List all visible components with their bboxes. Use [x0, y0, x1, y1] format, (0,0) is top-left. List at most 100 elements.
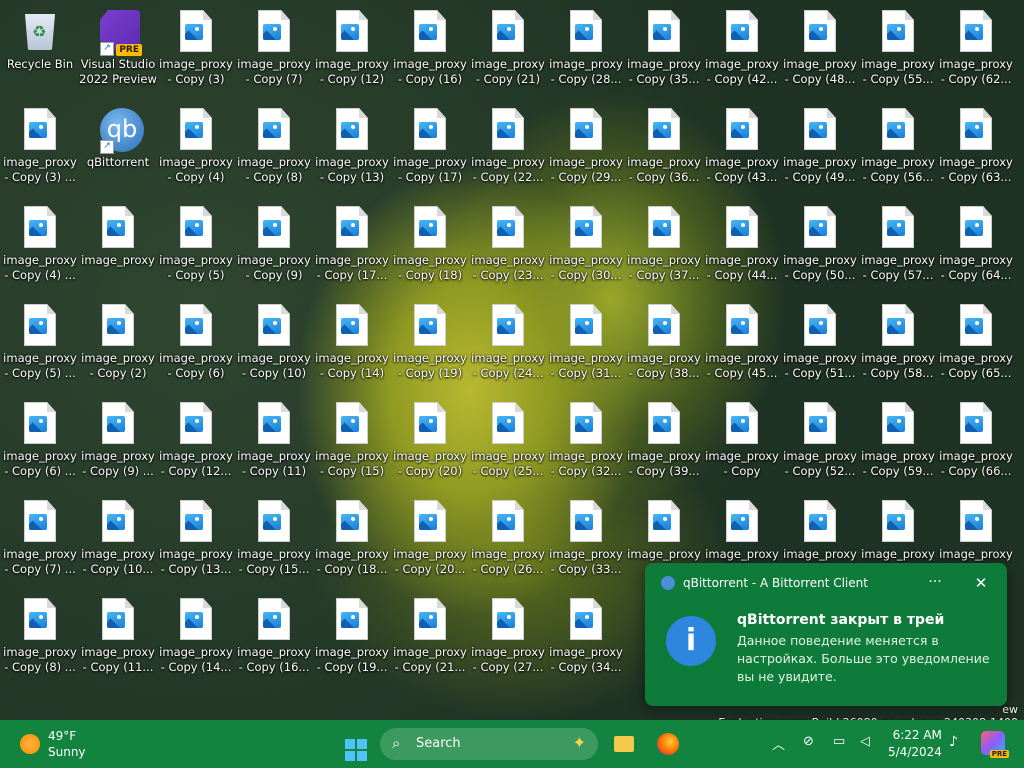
desktop-file-icon[interactable]: image_proxy - Copy (19... [313, 590, 391, 686]
desktop-file-icon[interactable]: image_proxy - Copy (56... [859, 100, 937, 196]
desktop-file-icon[interactable]: image_proxy - Copy (29... [547, 100, 625, 196]
desktop-file-icon[interactable]: image_proxy - Copy (50... [781, 198, 859, 294]
volume-muted-icon[interactable]: ◁ [860, 734, 870, 749]
desktop-file-icon[interactable]: image_proxy - Copy (6) ... [1, 394, 79, 490]
desktop-file-icon[interactable]: image_proxy - Copy (5) ... [1, 296, 79, 392]
desktop-file-icon[interactable]: image_proxy - Copy [703, 394, 781, 490]
desktop-file-icon[interactable]: image_proxy - Copy (23... [469, 198, 547, 294]
desktop-recycle-icon[interactable]: ♻ Recycle Bin [1, 2, 79, 98]
desktop-file-icon[interactable]: image_proxy - Copy (62... [937, 2, 1015, 98]
desktop-file-icon[interactable]: image_proxy - Copy (38... [625, 296, 703, 392]
desktop-file-icon[interactable]: image_proxy - Copy (66... [937, 394, 1015, 490]
label-line-1: image_proxy [81, 547, 155, 561]
desktop-file-icon[interactable]: image_proxy - Copy (4) ... [1, 198, 79, 294]
desktop-file-icon[interactable]: image_proxy - Copy (16... [235, 590, 313, 686]
desktop-file-icon[interactable]: image_proxy - Copy (42... [703, 2, 781, 98]
desktop-file-icon[interactable]: image_proxy - Copy (63... [937, 100, 1015, 196]
image-file-icon [334, 206, 370, 250]
desktop-qb-icon[interactable]: qb ↗ qBittorrent [79, 100, 157, 196]
start-button[interactable] [339, 728, 373, 761]
desktop-file-icon[interactable]: image_proxy - Copy (20) [391, 394, 469, 490]
desktop-file-icon[interactable]: image_proxy - Copy (15) [313, 394, 391, 490]
desktop-file-icon[interactable]: image_proxy - Copy (35... [625, 2, 703, 98]
desktop-file-icon[interactable]: image_proxy - Copy (5) [157, 198, 235, 294]
desktop-file-icon[interactable]: image_proxy - Copy (3) [157, 2, 235, 98]
desktop-file-icon[interactable]: image_proxy - Copy (7) [235, 2, 313, 98]
desktop-file-icon[interactable]: image_proxy - Copy (43... [703, 100, 781, 196]
desktop-file-icon[interactable]: image_proxy - Copy (14) [313, 296, 391, 392]
desktop-file-icon[interactable]: image_proxy - Copy (2) [79, 296, 157, 392]
desktop-file-icon[interactable]: image_proxy - Copy (20... [391, 492, 469, 588]
desktop-file-icon[interactable]: image_proxy - Copy (27... [469, 590, 547, 686]
desktop-file-icon[interactable]: image_proxy - Copy (64... [937, 198, 1015, 294]
desktop-file-icon[interactable]: image_proxy - Copy (8) ... [1, 590, 79, 686]
desktop-file-icon[interactable]: image_proxy - Copy (28... [547, 2, 625, 98]
desktop-file-icon[interactable]: image_proxy - Copy (6) [157, 296, 235, 392]
desktop-file-icon[interactable]: image_proxy - Copy (11) [235, 394, 313, 490]
desktop-file-icon[interactable]: image_proxy - Copy (33... [547, 492, 625, 588]
desktop-file-icon[interactable]: image_proxy - Copy (19) [391, 296, 469, 392]
desktop-file-icon[interactable]: image_proxy - Copy (21) [469, 2, 547, 98]
desktop-file-icon[interactable]: image_proxy - Copy (24... [469, 296, 547, 392]
desktop-file-icon[interactable]: image_proxy - Copy (25... [469, 394, 547, 490]
desktop-file-icon[interactable]: image_proxy - Copy (13) [313, 100, 391, 196]
desktop-file-icon[interactable]: image_proxy - Copy (22... [469, 100, 547, 196]
desktop-file-icon[interactable]: image_proxy - Copy (9) [235, 198, 313, 294]
desktop-file-icon[interactable]: image_proxy - Copy (17) [391, 100, 469, 196]
notification-toast[interactable]: qBittorrent - A Bittorrent Client ··· ✕ … [645, 563, 1007, 706]
desktop-file-icon[interactable]: image_proxy - Copy (11... [79, 590, 157, 686]
desktop-file-icon[interactable]: image_proxy - Copy (58... [859, 296, 937, 392]
desktop-file-icon[interactable]: image_proxy - Copy (55... [859, 2, 937, 98]
toast-more-options-button[interactable]: ··· [923, 571, 947, 595]
desktop-file-icon[interactable]: image_proxy - Copy (18... [313, 492, 391, 588]
desktop-file-icon[interactable]: image_proxy - Copy (49... [781, 100, 859, 196]
desktop-file-icon[interactable]: image_proxy - Copy (13... [157, 492, 235, 588]
desktop-file-icon[interactable]: image_proxy - Copy (8) [235, 100, 313, 196]
desktop-file-icon[interactable]: image_proxy - Copy (31... [547, 296, 625, 392]
desktop-file-icon[interactable]: image_proxy - Copy (51... [781, 296, 859, 392]
notifications-bell-icon[interactable]: ♪ [949, 734, 958, 750]
file-explorer-button[interactable] [607, 728, 641, 760]
desktop-file-icon[interactable]: image_proxy - Copy (7) ... [1, 492, 79, 588]
network-disconnected-icon[interactable]: ⊘ [803, 734, 814, 749]
taskbar-clock[interactable]: 6:22 AM 5/4/2024 [888, 727, 942, 761]
desktop-file-icon[interactable]: image_proxy - Copy (52... [781, 394, 859, 490]
show-hidden-icons-button[interactable]: ︿ [772, 734, 785, 753]
desktop-file-icon[interactable]: image_proxy - Copy (4) [157, 100, 235, 196]
desktop-vs-icon[interactable]: PRE ↗ Visual Studio 2022 Preview [79, 2, 157, 98]
desktop-file-icon[interactable]: image_proxy - Copy (48... [781, 2, 859, 98]
desktop-file-icon[interactable]: image_proxy - Copy (14... [157, 590, 235, 686]
toast-close-button[interactable]: ✕ [969, 571, 993, 595]
desktop-file-icon[interactable]: image_proxy - Copy (17... [313, 198, 391, 294]
desktop-file-icon[interactable]: image_proxy - Copy (39... [625, 394, 703, 490]
desktop-file-icon[interactable]: image_proxy - Copy (3) ... [1, 100, 79, 196]
desktop-file-icon[interactable]: image_proxy - Copy (18) [391, 198, 469, 294]
label-line-2: - Copy (4) ... [4, 268, 76, 282]
desktop-file-icon[interactable]: image_proxy - Copy (26... [469, 492, 547, 588]
desktop-file-icon[interactable]: image_proxy - Copy (57... [859, 198, 937, 294]
firefox-button[interactable] [651, 728, 685, 760]
desktop-file-icon[interactable]: image_proxy - Copy (32... [547, 394, 625, 490]
desktop-file-icon[interactable]: image_proxy - Copy (21... [391, 590, 469, 686]
desktop-file-icon[interactable]: image_proxy - Copy (10) [235, 296, 313, 392]
weather-widget[interactable]: 49°F Sunny [20, 728, 86, 760]
desktop-file-icon[interactable]: image_proxy - Copy (15... [235, 492, 313, 588]
desktop-file-icon[interactable]: image_proxy - Copy (65... [937, 296, 1015, 392]
desktop-file-icon[interactable]: image_proxy - Copy (44... [703, 198, 781, 294]
desktop-file-icon[interactable]: image_proxy [79, 198, 157, 294]
desktop-file-icon[interactable]: image_proxy - Copy (36... [625, 100, 703, 196]
desktop-file-icon[interactable]: image_proxy - Copy (37... [625, 198, 703, 294]
copilot-icon[interactable]: PRE [981, 731, 1009, 758]
desktop-file-icon[interactable]: image_proxy - Copy (34... [547, 590, 625, 686]
desktop-file-icon[interactable]: image_proxy - Copy (59... [859, 394, 937, 490]
toast-header: qBittorrent - A Bittorrent Client [661, 576, 868, 590]
desktop-file-icon[interactable]: image_proxy - Copy (12... [157, 394, 235, 490]
desktop-file-icon[interactable]: image_proxy - Copy (45... [703, 296, 781, 392]
desktop-file-icon[interactable]: image_proxy - Copy (12) [313, 2, 391, 98]
desktop-file-icon[interactable]: image_proxy - Copy (10... [79, 492, 157, 588]
taskbar-search-box[interactable]: ⌕ Search ✦ [380, 728, 598, 760]
desktop-file-icon[interactable]: image_proxy - Copy (30... [547, 198, 625, 294]
display-icon[interactable]: ▭ [833, 734, 845, 749]
desktop-file-icon[interactable]: image_proxy - Copy (16) [391, 2, 469, 98]
desktop-file-icon[interactable]: image_proxy - Copy (9) ... [79, 394, 157, 490]
